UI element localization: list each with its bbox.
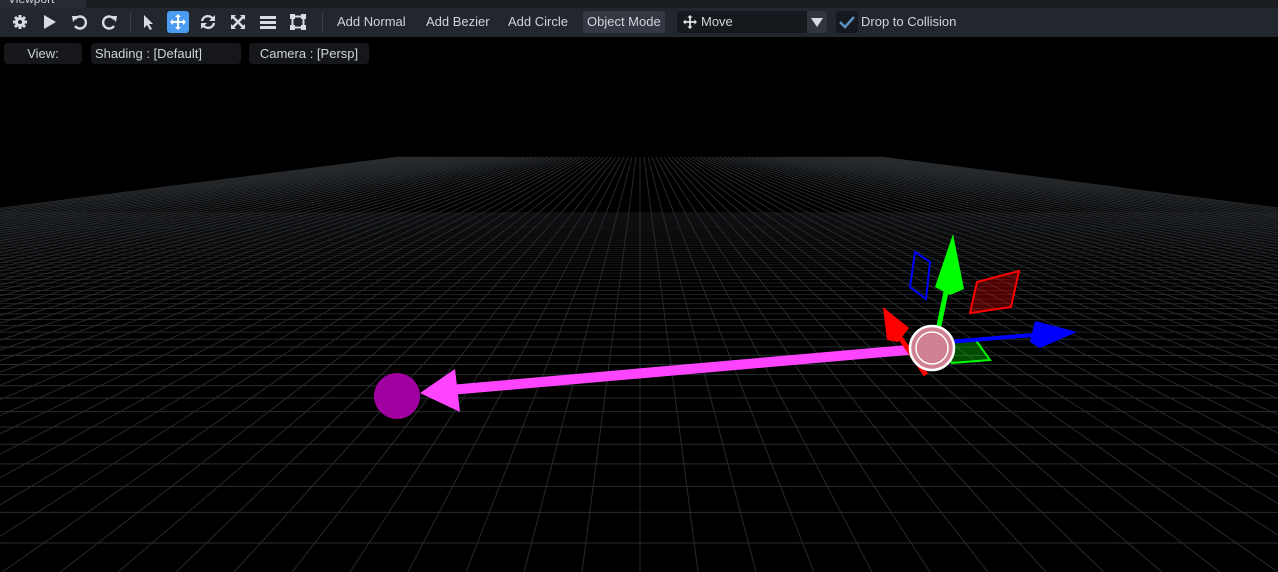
camera-menu[interactable]: Camera : [Persp] [249,43,369,64]
gizmo-plane-xy[interactable] [968,269,1021,315]
viewport-3d[interactable] [0,37,1278,572]
add-bezier-button[interactable]: Add Bezier [422,11,494,33]
add-circle-button[interactable]: Add Circle [504,11,572,33]
gizmo-arrow-x[interactable] [883,307,909,342]
tab-viewport[interactable]: Viewport [0,0,86,8]
chevron-down-icon[interactable] [807,11,827,33]
object-mode-button[interactable]: Object Mode [583,11,665,33]
transform-mode-value: Move [701,14,733,29]
floor-grid [0,156,1278,572]
list-icon[interactable] [257,11,279,33]
toolbar: Add Normal Add Bezier Add Circle Object … [0,8,1278,37]
gizmo-axis-z[interactable] [947,333,1034,344]
normal-handle[interactable] [374,343,931,419]
redo-icon[interactable] [99,11,121,33]
rotate-icon[interactable] [197,11,219,33]
shading-menu[interactable]: Shading : [Default] [91,43,241,64]
undo-icon[interactable] [68,11,90,33]
move-icon [683,15,697,29]
play-icon[interactable] [38,11,60,33]
gear-icon[interactable] [9,11,31,33]
move-icon[interactable] [167,11,189,33]
add-normal-button[interactable]: Add Normal [333,11,410,33]
check-icon [839,16,855,29]
transform-box-icon[interactable] [287,11,309,33]
divider [322,12,323,32]
scale-icon[interactable] [227,11,249,33]
view-menu[interactable]: View: [4,43,82,64]
select-icon[interactable] [137,11,159,33]
panel-tabbar: Viewport [0,0,1278,8]
divider [130,12,131,32]
transform-mode-select[interactable]: Move [677,11,827,33]
drop-to-collision-checkbox[interactable] [836,11,858,33]
drop-to-collision-label[interactable]: Drop to Collision [857,11,960,33]
normal-point[interactable] [374,373,420,419]
